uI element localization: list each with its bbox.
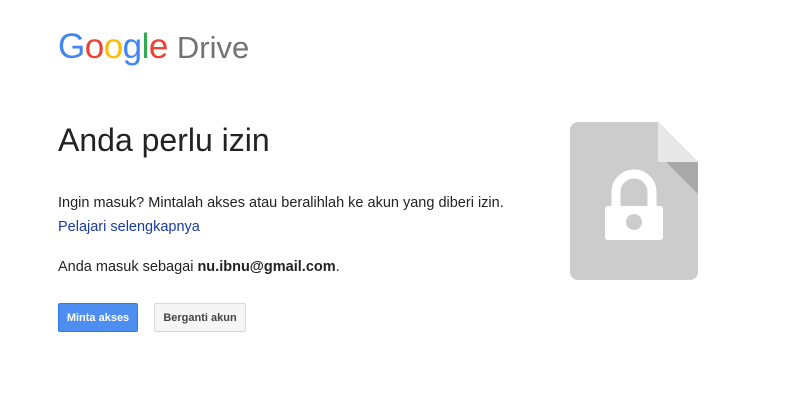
logo-letter-o1: o bbox=[84, 27, 104, 66]
lock-keyhole bbox=[626, 214, 642, 230]
product-name: Drive bbox=[176, 30, 250, 65]
logo-letter-g: G bbox=[58, 27, 85, 66]
google-drive-logo: Google Drive bbox=[58, 26, 249, 68]
page-title: Anda perlu izin bbox=[58, 122, 270, 158]
file-fold bbox=[658, 122, 698, 162]
logo-letter-o2: o bbox=[103, 27, 123, 66]
google-wordmark: Google bbox=[58, 26, 168, 68]
signed-in-suffix: . bbox=[335, 259, 340, 275]
signed-in-prefix: Anda masuk sebagai bbox=[58, 259, 198, 275]
logo-letter-l: l bbox=[141, 27, 150, 66]
account-email: nu.ibnu@gmail.com bbox=[197, 259, 336, 275]
logo-letter-e: e bbox=[148, 27, 168, 66]
logo-letter-g2: g bbox=[122, 27, 142, 66]
locked-file-icon bbox=[570, 122, 698, 280]
permission-message: Ingin masuk? Mintalah akses atau beralih… bbox=[58, 195, 504, 211]
signed-in-info: Anda masuk sebagai nu.ibnu@gmail.com. bbox=[58, 258, 340, 276]
learn-more-link[interactable]: Pelajari selengkapnya bbox=[58, 218, 200, 236]
request-access-button[interactable]: Minta akses bbox=[58, 303, 138, 332]
switch-account-button[interactable]: Berganti akun bbox=[154, 303, 246, 332]
